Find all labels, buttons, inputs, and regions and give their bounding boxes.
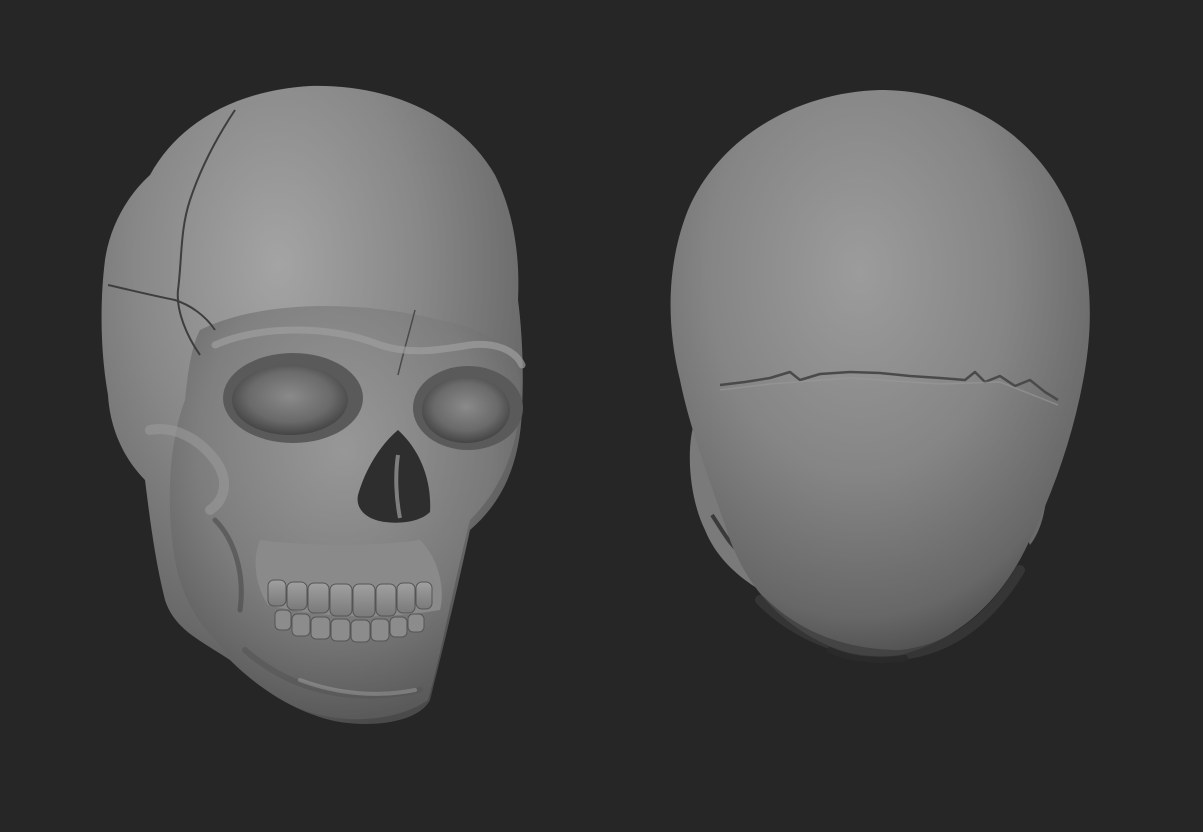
skull-front-view[interactable] bbox=[101, 85, 526, 724]
render-canvas bbox=[101, 85, 1090, 724]
eye-socket-left-inner bbox=[232, 365, 348, 435]
sculpt-viewport[interactable] bbox=[0, 0, 1203, 832]
skull-back-view[interactable] bbox=[670, 90, 1090, 663]
eye-socket-right-inner bbox=[422, 377, 510, 443]
